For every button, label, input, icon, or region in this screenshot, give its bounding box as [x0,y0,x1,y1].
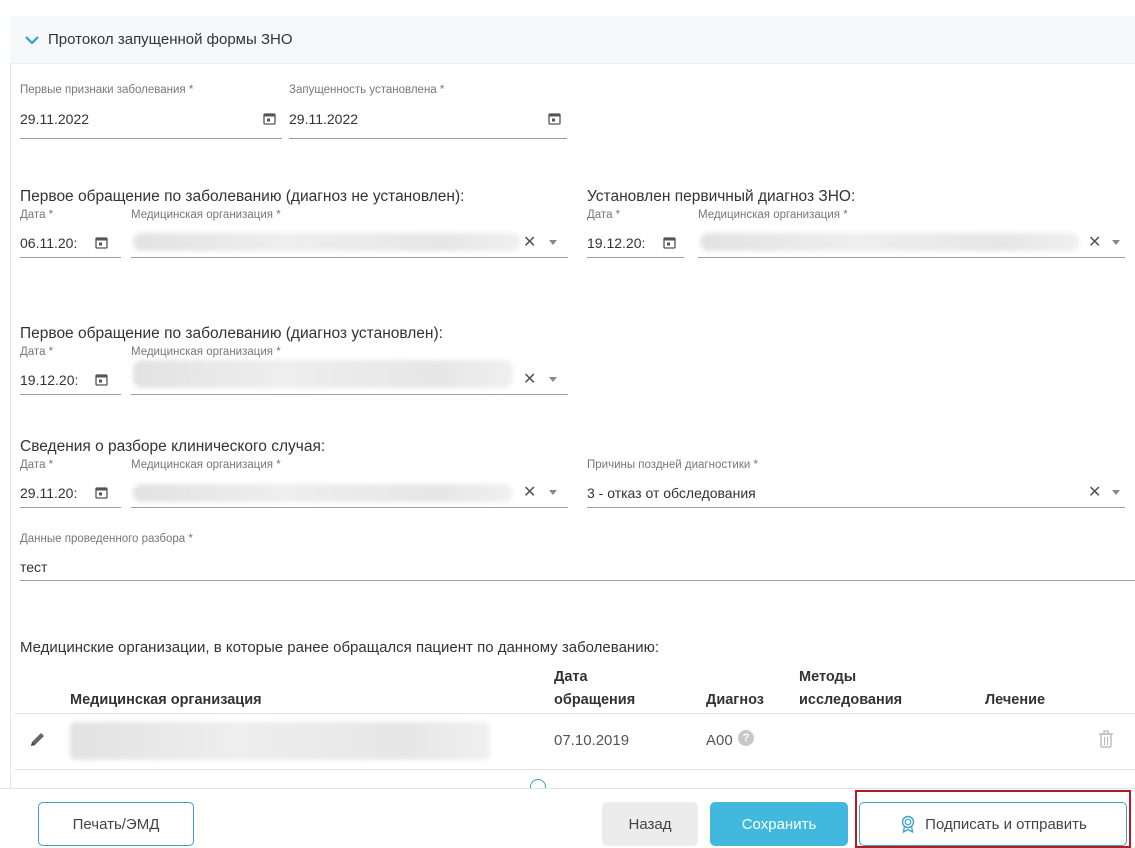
calendar-icon[interactable] [548,112,561,125]
orgs-table-title: Медицинские организации, в которые ранее… [20,639,659,656]
org-underline [131,394,568,395]
org-label: Медицинская организация * [131,459,281,471]
visit-date-cell: 07.10.2019 [554,732,630,749]
primary-dx-date-field[interactable]: Дата * 19.12.20: [587,209,684,259]
col-header-date-line2: обращения [554,692,636,708]
back-button[interactable]: Назад [602,802,698,846]
review-data-label: Данные проведенного разбора * [20,533,193,545]
reason-underline [587,507,1125,508]
section-header-zno-protocol[interactable]: Протокол запущенной формы ЗНО [10,16,1135,64]
org-label: Медицинская организация * [698,209,848,221]
date-underline [20,394,121,395]
chevron-down-icon[interactable] [549,240,557,245]
date-value[interactable]: 19.12.20: [20,372,78,388]
calendar-icon[interactable] [663,236,676,249]
first-visit-dx-title: Первое обращение по заболеванию (диагноз… [20,325,443,342]
col-header-date-line1: Дата [554,669,588,685]
pencil-icon[interactable] [29,730,47,748]
section-border [10,64,11,788]
review-data-value[interactable]: тест [20,559,47,575]
table-row-divider [15,769,1135,770]
help-icon[interactable]: ? [738,730,754,746]
col-header-org: Медицинская организация [70,692,262,708]
first-visit-dx-date-field[interactable]: Дата * 19.12.20: [20,346,121,396]
diagnosis-cell: A00 [706,732,733,749]
neglect-established-value[interactable]: 29.11.2022 [289,111,358,127]
date-value[interactable]: 29.11.20: [20,485,77,501]
org-underline [131,257,568,258]
primary-dx-org-field[interactable]: Медицинская организация * ✕ [698,209,1125,259]
date-label: Дата * [20,346,54,358]
org-underline [698,257,1125,258]
section-title: Протокол запущенной формы ЗНО [48,31,293,48]
trash-icon[interactable] [1098,730,1114,748]
chevron-down-icon[interactable] [1112,240,1120,245]
print-emd-button[interactable]: Печать/ЭМД [38,802,194,846]
close-icon[interactable]: ✕ [523,235,536,251]
redacted-org-name [70,722,490,760]
first-signs-value[interactable]: 29.11.2022 [20,111,89,127]
calendar-icon[interactable] [95,486,108,499]
clinical-review-title: Сведения о разборе клинического случая: [20,438,326,455]
first-visit-dx-org-field[interactable]: Медицинская организация * ✕ [131,346,568,396]
org-label: Медицинская организация * [131,209,281,221]
col-header-treatment: Лечение [985,692,1046,708]
col-header-methods-line2: исследования [799,692,903,708]
clinical-review-org-field[interactable]: Медицинская организация * ✕ [131,459,568,509]
chevron-down-icon[interactable] [549,377,557,382]
date-label: Дата * [20,209,54,221]
chevron-down-icon[interactable] [549,490,557,495]
first-signs-label: Первые признаки заболевания * [20,84,194,96]
redacted-org-name [133,233,521,251]
chevron-down-icon[interactable] [1112,490,1120,495]
primary-dx-title: Установлен первичный диагноз ЗНО: [587,188,856,205]
close-icon[interactable]: ✕ [1088,485,1101,501]
date-label: Дата * [20,459,54,471]
review-data-underline [20,580,1135,581]
org-underline [131,507,568,508]
col-header-methods-line1: Методы [799,669,857,685]
close-icon[interactable]: ✕ [523,372,536,388]
first-visit-no-dx-title: Первое обращение по заболеванию (диагноз… [20,188,465,205]
col-header-diagnosis: Диагноз [706,692,764,708]
date-underline [587,257,684,258]
first-visit-no-dx-date-field[interactable]: Дата * 06.11.20: [20,209,121,259]
redacted-org-name [133,484,513,502]
redacted-org-name [700,233,1080,251]
close-icon[interactable]: ✕ [523,485,536,501]
reason-value[interactable]: 3 - отказ от обследования [587,485,756,501]
neglect-established-underline [289,138,567,139]
calendar-icon[interactable] [263,112,276,125]
review-data-field[interactable]: Данные проведенного разбора * тест [20,533,1135,583]
highlight-frame [855,790,1131,848]
late-diagnosis-reason-select[interactable]: Причины поздней диагностики * 3 - отказ … [587,459,1125,509]
neglect-established-date-field[interactable]: Запущенность установлена * 29.11.2022 [289,84,567,142]
reason-label: Причины поздней диагностики * [587,459,758,471]
save-button[interactable]: Сохранить [710,802,848,846]
neglect-established-label: Запущенность установлена * [289,84,445,96]
table-header-divider [15,713,1135,714]
chevron-down-icon[interactable] [24,32,40,48]
date-label: Дата * [587,209,621,221]
date-value[interactable]: 19.12.20: [587,235,645,251]
calendar-icon[interactable] [95,236,108,249]
close-icon[interactable]: ✕ [1088,235,1101,251]
first-signs-underline [20,138,282,139]
org-label: Медицинская организация * [131,346,281,358]
calendar-icon[interactable] [95,373,108,386]
date-value[interactable]: 06.11.20: [20,235,77,251]
first-signs-date-field[interactable]: Первые признаки заболевания * 29.11.2022 [20,84,282,142]
date-underline [20,507,121,508]
redacted-org-name [133,360,513,388]
clinical-review-date-field[interactable]: Дата * 29.11.20: [20,459,121,509]
date-underline [20,257,121,258]
first-visit-no-dx-org-field[interactable]: Медицинская организация * ✕ [131,209,568,259]
